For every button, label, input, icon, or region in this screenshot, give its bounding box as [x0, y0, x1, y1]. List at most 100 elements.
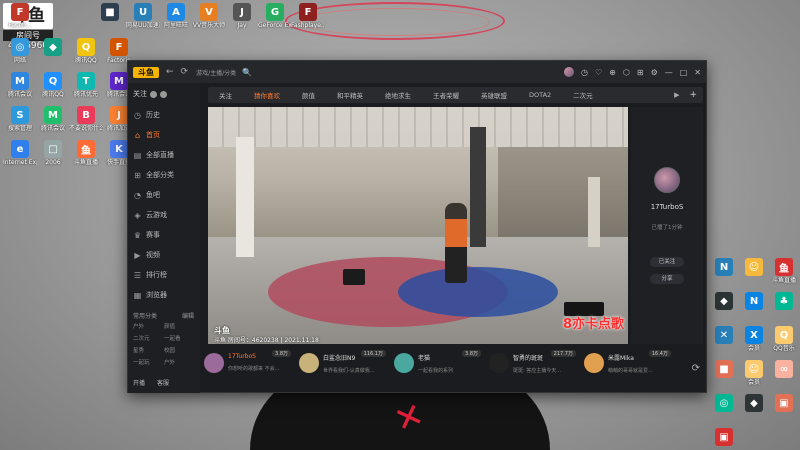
recommended-stream-card[interactable]: 17TurboS 你想听的歌都来 不会... 3.8万	[200, 347, 295, 391]
category-tab[interactable]: 和平精英	[326, 90, 374, 100]
sidebar-follow[interactable]: 关注	[128, 83, 200, 105]
section-edit-button[interactable]: 编辑	[182, 311, 194, 320]
favorite-icon[interactable]: ♡	[595, 68, 602, 77]
user-avatar[interactable]	[564, 67, 575, 77]
sidebar-item-4[interactable]: ◈ 云游戏	[128, 205, 200, 225]
desktop-icon[interactable]: eInternet Explorer	[3, 140, 37, 167]
desktop-icon[interactable]: ▣	[767, 394, 800, 413]
desktop-icon[interactable]: ♣	[767, 292, 800, 311]
desktop-icon[interactable]: Q QQ音乐	[767, 326, 800, 353]
scene-floor-pattern	[398, 267, 558, 317]
desktop-icon[interactable]: ☺ 会员	[737, 360, 771, 387]
sidebar-item-3[interactable]: ◔ 鱼吧	[128, 185, 200, 205]
desktop-icon[interactable]: Q 腾讯QQ	[69, 38, 103, 65]
back-icon[interactable]: ←	[166, 67, 174, 77]
desktop-icon[interactable]: J Jay	[225, 3, 259, 30]
desktop-icon[interactable]: ☺	[737, 258, 771, 277]
favorite-category-link[interactable]: 二次元	[133, 334, 164, 342]
minimize-icon[interactable]: —	[665, 68, 673, 77]
close-icon[interactable]: ✕	[694, 68, 701, 77]
recommended-stream-card[interactable]: 米露Mika 萌萌的哥哥就是爱... 16.4万	[580, 347, 675, 391]
search-icon[interactable]: 🔍	[242, 68, 252, 77]
desktop-icon[interactable]: ∞	[767, 360, 800, 379]
section-title: 常用分类	[133, 313, 158, 320]
desktop-icon[interactable]: ◆	[707, 292, 741, 311]
sidebar-item-icon: ⌂	[134, 130, 141, 140]
desktop-icon[interactable]: ◆	[36, 38, 70, 57]
desktop-icon[interactable]: F Faceh...	[3, 3, 37, 30]
favorite-category-link[interactable]: 一起玩	[133, 358, 164, 366]
address-text[interactable]: 游戏/主播/分类	[196, 68, 236, 77]
desktop-icon[interactable]: GGeForce Experience	[258, 3, 292, 30]
followed-avatar[interactable]	[150, 90, 157, 98]
desktop-icon[interactable]: N	[737, 292, 771, 311]
category-tab[interactable]: 猜你喜欢	[243, 90, 291, 100]
sidebar-item-history[interactable]: ◷ 历史	[128, 105, 200, 125]
desktop-icon[interactable]: ▣	[707, 428, 741, 447]
category-tab[interactable]: 关注	[208, 90, 243, 100]
history-icon[interactable]: ◷	[581, 68, 588, 77]
desktop-icon[interactable]: ✕	[707, 326, 741, 345]
sidebar-item-0[interactable]: ⌂ 首页	[128, 125, 200, 145]
start-stream-button[interactable]: 开播	[133, 378, 145, 387]
favorite-category-link[interactable]: 校园	[164, 346, 195, 354]
desktop-icon[interactable]: ■	[707, 360, 741, 379]
category-tab[interactable]: 二次元	[562, 90, 604, 100]
desktop-icon[interactable]: U网易UU加速器	[126, 3, 160, 30]
live-video-player[interactable]: 斗鱼 斗鱼 房间号：4620238 | 2021.11.18 8亦卡点歌	[208, 107, 628, 344]
more-categories-icon[interactable]: ▶	[674, 91, 683, 99]
refresh-recommendations-icon[interactable]: ⟳	[692, 363, 700, 374]
desktop-icon[interactable]: ◎ 网络	[3, 38, 37, 65]
follow-button[interactable]: 已关注	[650, 257, 684, 267]
desktop-icon[interactable]: N	[707, 258, 741, 277]
skin-icon[interactable]: ⬡	[623, 68, 630, 77]
favorite-category-link[interactable]: 一起看	[164, 334, 195, 342]
favorite-category-link[interactable]: 户外	[133, 322, 164, 330]
desktop-icon[interactable]: □ 2006	[36, 140, 70, 167]
desktop-icon[interactable]: Q 腾讯QQ	[36, 72, 70, 99]
recommended-stream-card[interactable]: 智勇的斑斑 斑斑: 答应主播今天... 217.7万	[485, 347, 580, 391]
favorite-category-link[interactable]: 颜值	[164, 322, 195, 330]
desktop-icon[interactable]: T 腾讯优先	[69, 72, 103, 99]
add-category-icon[interactable]: +	[683, 90, 703, 100]
category-tab[interactable]: DOTA2	[518, 91, 562, 99]
desktop-icon[interactable]: ■	[93, 3, 127, 22]
recommended-stream-card[interactable]: 白鲨念旧N9 世界看我们-认真做我... 116.1万	[295, 347, 390, 391]
download-icon[interactable]: ⊕	[609, 68, 616, 77]
followed-avatar[interactable]	[160, 90, 167, 98]
desktop-icon[interactable]: ◎	[707, 394, 741, 413]
settings-icon[interactable]: ⚙	[651, 68, 658, 77]
category-tab[interactable]: 绝地求生	[374, 90, 422, 100]
desktop-icon[interactable]: A 阿里旺旺	[159, 3, 193, 30]
favorite-category-link[interactable]: 户外	[164, 358, 195, 366]
recommended-stream-card[interactable]: 老猫 一起看我的系列 3.8万	[390, 347, 485, 391]
desktop-icon[interactable]: B不要说你什么都在做	[69, 106, 103, 133]
app-logo[interactable]: 斗鱼	[133, 66, 159, 78]
category-tab[interactable]: 王者荣耀	[422, 90, 470, 100]
desktop-icon[interactable]: ◆	[737, 394, 771, 413]
sidebar-item-8[interactable]: ▦ 浏览器	[128, 285, 200, 305]
sidebar-item-5[interactable]: ♛ 赛事	[128, 225, 200, 245]
apps-icon[interactable]: ⊞	[637, 68, 644, 77]
sidebar-item-6[interactable]: ▶ 视频	[128, 245, 200, 265]
category-tab[interactable]: 英雄联盟	[470, 90, 518, 100]
maximize-icon[interactable]: □	[680, 68, 688, 77]
desktop-icon[interactable]: 鱼斗鱼直播	[69, 140, 103, 167]
desktop-icon[interactable]: M 腾讯会议	[36, 106, 70, 133]
desktop-icon[interactable]: S 搜索管理	[3, 106, 37, 133]
desktop-icon[interactable]: X 会员	[737, 326, 771, 353]
sidebar-item-7[interactable]: ☰ 排行榜	[128, 265, 200, 285]
streamer-name[interactable]: 17TurboS	[631, 203, 703, 211]
desktop-icon[interactable]: V VV音乐大师	[192, 3, 226, 30]
streamer-avatar[interactable]	[654, 167, 680, 193]
desktop-icon[interactable]: M 腾讯会议	[3, 72, 37, 99]
desktop-icon[interactable]: 鱼斗鱼直播	[767, 258, 800, 285]
support-button[interactable]: 客服	[157, 378, 169, 387]
desktop-icon[interactable]: F Fashplaye...	[291, 3, 325, 30]
favorite-category-link[interactable]: 星秀	[133, 346, 164, 354]
refresh-icon[interactable]: ⟳	[181, 67, 189, 77]
sidebar-item-2[interactable]: ⊞ 全部分类	[128, 165, 200, 185]
sidebar-item-1[interactable]: ▤ 全部直播	[128, 145, 200, 165]
category-tab[interactable]: 颜值	[291, 90, 326, 100]
share-button[interactable]: 分享	[650, 274, 684, 284]
